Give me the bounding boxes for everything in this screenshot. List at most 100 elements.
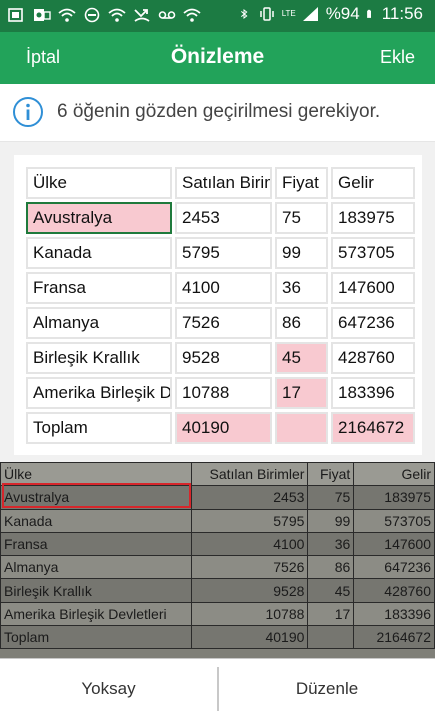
system-indicators: LTE %94 11:56 [240, 4, 423, 24]
add-button[interactable]: Ekle [380, 47, 415, 68]
missed-call-icon [134, 9, 150, 22]
preview-cell-uk-units[interactable]: 9528 [175, 342, 272, 374]
photo-row-france: Fransa 4100 36 147600 [0, 531, 435, 557]
preview-cell-canada-price[interactable]: 99 [275, 237, 328, 269]
photo-cell-germany-revenue: 647236 [353, 555, 435, 580]
photo-cell-canada-country: Kanada [0, 508, 192, 533]
preview-cell-total-price[interactable] [275, 412, 328, 444]
preview-sheet: ÜlkeSatılan BirimlerFiyatGelir Avustralya… [14, 155, 422, 455]
preview-cell-germany-country[interactable]: Almanya [26, 307, 172, 339]
photo-row-canada: Kanada 5795 99 573705 [0, 508, 435, 533]
preview-cell-germany-price[interactable]: 86 [275, 307, 328, 339]
photo-cell-uk-price: 45 [307, 578, 355, 603]
photo-cell-header-units: Satılan Birimler [190, 462, 309, 487]
outlook-icon [34, 9, 51, 21]
photo-cell-france-country: Fransa [0, 531, 192, 557]
photo-table: Ülke Satılan Birimler Fiyat Gelir Avustralya… [0, 462, 435, 650]
preview-cell-total-revenue[interactable]: 2164672 [331, 412, 415, 444]
review-banner: 6 öğenin gözden geçirilmesi gerekiyor. [0, 84, 435, 142]
preview-cell-usa-price[interactable]: 17 [275, 377, 328, 409]
office-icon [8, 8, 23, 22]
photo-cell-canada-units: 5795 [190, 508, 309, 533]
photo-cell-australia-price: 75 [307, 485, 355, 510]
wifi-icon [58, 8, 76, 22]
preview-cell-uk-revenue[interactable]: 428760 [331, 342, 415, 374]
cancel-button[interactable]: İptal [26, 47, 60, 68]
status-bar: LTE %94 11:56 [0, 0, 435, 32]
photo-cell-canada-revenue: 573705 [353, 508, 435, 533]
clock: 11:56 [381, 4, 423, 23]
photo-cell-australia-revenue: 183975 [353, 485, 435, 510]
preview-cell-france-units[interactable]: 4100 [175, 272, 272, 304]
preview-cell-germany-revenue[interactable]: 647236 [331, 307, 415, 339]
do-not-disturb-icon [84, 7, 100, 23]
bluetooth-icon [240, 9, 248, 19]
photo-cell-uk-units: 9528 [190, 578, 309, 603]
photo-cell-australia-country: Avustralya [0, 485, 192, 510]
photo-cell-uk-country: Birleşik Krallık [0, 578, 192, 603]
photo-row-germany: Almanya 7526 86 647236 [0, 555, 435, 580]
signal-icon [302, 7, 318, 21]
photo-cell-total-revenue: 2164672 [353, 625, 435, 650]
preview-cell-france-revenue[interactable]: 147600 [331, 272, 415, 304]
preview-cell-total-units[interactable]: 40190 [175, 412, 272, 444]
preview-cell-usa-country[interactable]: Amerika Birleşik Devletleri [26, 377, 172, 409]
preview-cell-australia-country[interactable]: Avustralya [26, 202, 172, 234]
preview-area: ÜlkeSatılan BirimlerFiyatGelir Avustralya… [0, 142, 435, 462]
preview-cell-uk-price[interactable]: 45 [275, 342, 328, 374]
photo-cell-germany-units: 7526 [190, 555, 309, 580]
preview-cell-usa-revenue[interactable]: 183396 [331, 377, 415, 409]
voicemail-icon [158, 11, 176, 19]
edit-button[interactable]: Düzenle [219, 659, 435, 717]
preview-cell-france-price[interactable]: 36 [275, 272, 328, 304]
battery-percent: %94 [325, 4, 360, 23]
preview-cell-header-revenue[interactable]: Gelir [331, 167, 415, 199]
photo-cell-total-price [307, 625, 355, 650]
preview-cell-canada-units[interactable]: 5795 [175, 237, 272, 269]
preview-cell-header-price[interactable]: Fiyat [275, 167, 328, 199]
bottom-bar: Yoksay Düzenle [0, 658, 435, 717]
photo-cell-header-country: Ülke [0, 462, 192, 487]
photo-cell-usa-revenue: 183396 [353, 601, 435, 627]
review-message: 6 öğenin gözden geçirilmesi gerekiyor. [57, 101, 381, 122]
photo-cell-usa-country: Amerika Birleşik Devletleri [0, 601, 192, 627]
photo-cell-germany-price: 86 [307, 555, 355, 580]
preview-cell-header-country[interactable]: Ülke [26, 167, 172, 199]
notification-icons [8, 7, 201, 23]
photo-cell-germany-country: Almanya [0, 555, 192, 580]
photo-cell-canada-price: 99 [307, 508, 355, 533]
photo-cell-header-price: Fiyat [307, 462, 355, 487]
preview-cell-germany-units[interactable]: 7526 [175, 307, 272, 339]
photo-row-header: Ülke Satılan Birimler Fiyat Gelir [0, 462, 435, 487]
info-icon [13, 97, 43, 127]
photo-row-total: Toplam 40190 2164672 [0, 625, 435, 650]
preview-cell-canada-revenue[interactable]: 573705 [331, 237, 415, 269]
ignore-button[interactable]: Yoksay [0, 659, 217, 717]
photo-cell-australia-units: 2453 [190, 485, 309, 510]
photo-cell-usa-price: 17 [307, 601, 355, 627]
photo-cell-france-units: 4100 [190, 531, 309, 557]
vibrate-icon [259, 7, 274, 21]
photo-cell-total-units: 40190 [190, 625, 309, 650]
preview-cell-australia-price[interactable]: 75 [275, 202, 328, 234]
preview-cell-australia-units[interactable]: 2453 [175, 202, 272, 234]
preview-cell-usa-units[interactable]: 10788 [175, 377, 272, 409]
wifi-icon [183, 8, 201, 22]
preview-cell-france-country[interactable]: Fransa [26, 272, 172, 304]
photo-cell-usa-units: 10788 [190, 601, 309, 627]
preview-cell-australia-revenue[interactable]: 183975 [331, 202, 415, 234]
action-bar: İptal Önizleme Ekle [0, 32, 435, 84]
preview-cell-uk-country[interactable]: Birleşik Krallık [26, 342, 172, 374]
photo-cell-uk-revenue: 428760 [353, 578, 435, 603]
page-title: Önizleme [170, 45, 265, 68]
photo-cell-france-revenue: 147600 [353, 531, 435, 557]
photo-cell-france-price: 36 [307, 531, 355, 557]
network-type-label: LTE [281, 9, 296, 18]
photo-row-uk: Birleşik Krallık 9528 45 428760 [0, 578, 435, 603]
photo-row-usa: Amerika Birleşik Devletleri 10788 17 183396 [0, 601, 435, 627]
photo-cell-total-country: Toplam [0, 625, 192, 650]
preview-cell-header-units[interactable]: Satılan Birimler [175, 167, 272, 199]
wifi-icon [108, 8, 126, 22]
preview-cell-canada-country[interactable]: Kanada [26, 237, 172, 269]
preview-cell-total-country[interactable]: Toplam [26, 412, 172, 444]
